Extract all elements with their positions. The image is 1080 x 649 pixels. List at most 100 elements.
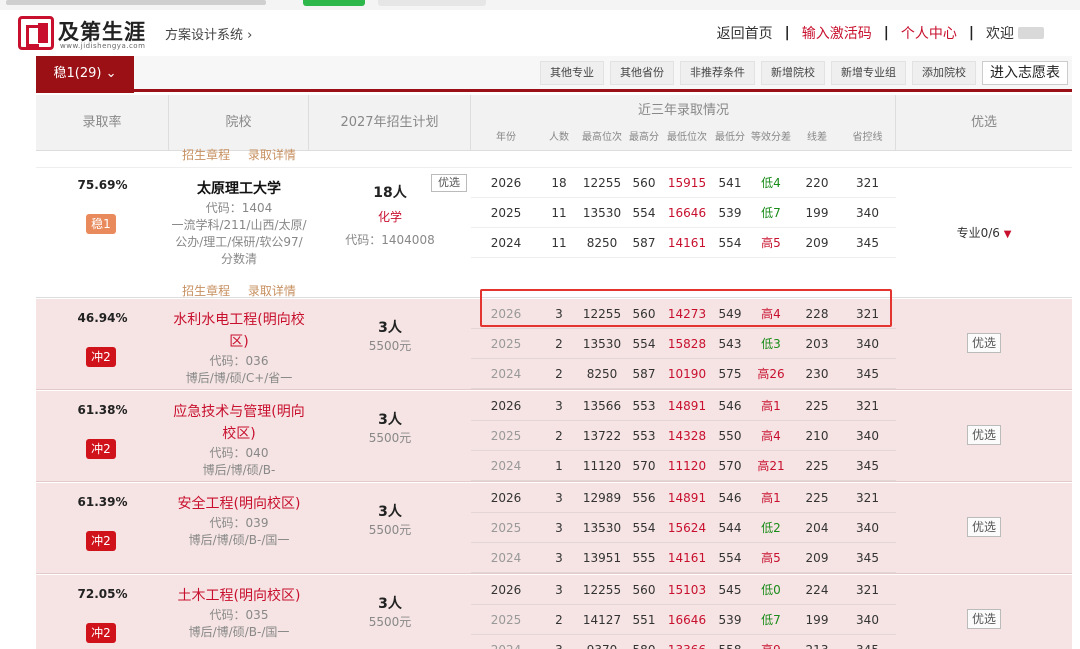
rec-control-line: 321 <box>856 176 879 190</box>
rec-max-score: 554 <box>632 521 656 535</box>
major-name[interactable]: 应急技术与管理(明向校区) <box>169 401 309 445</box>
nav-divider: | <box>968 25 974 41</box>
rec-year: 2025 <box>490 521 522 535</box>
table-row: 75.69% 稳1 太原理工大学 代码：1404 一流学科/211/山西/太原/… <box>36 168 1072 298</box>
add-college-button[interactable]: 新增院校 <box>761 61 825 85</box>
plan-code: 代码：1404008 <box>345 233 435 247</box>
rec-count: 2 <box>555 337 563 351</box>
plan-count: 3人 <box>378 320 402 336</box>
rec-min-rank: 15915 <box>667 176 707 190</box>
sub-min-rank: 最低位次 <box>667 132 707 143</box>
rec-year: 2024 <box>471 635 541 649</box>
admission-rules-link[interactable]: 招生章程 <box>182 148 230 162</box>
rec-year: 2026 <box>490 491 522 505</box>
rec-count: 18 <box>551 176 567 190</box>
sub-max-score: 最高分 <box>629 132 659 143</box>
option-cell[interactable]: 专业0/6 ▼ <box>896 224 1072 241</box>
record-line: 2025 11 13530 554 16646 539 低7 199 340 <box>471 198 896 228</box>
rec-max-score: 560 <box>632 176 656 190</box>
record-line: 2024 11 8250 587 14161 554 高5 209 345 <box>471 228 896 258</box>
rec-year: 2026 <box>490 583 522 597</box>
header-rate: 录取率 <box>36 95 169 151</box>
school-name[interactable]: 太原理工大学 <box>169 178 309 198</box>
major-name[interactable]: 水利水电工程(明向校区) <box>169 309 309 353</box>
other-major-button[interactable]: 其他专业 <box>540 61 604 85</box>
rec-max-score: 555 <box>632 551 656 565</box>
rec-max-rank: 13722 <box>582 429 622 443</box>
major-cell: 土木工程(明向校区) 代码：035 博后/博/硕/B-/国一 <box>169 585 309 641</box>
admission-detail-link[interactable]: 录取详情 <box>248 148 296 162</box>
rec-line-diff: 204 <box>805 521 829 535</box>
admission-detail-link[interactable]: 录取详情 <box>248 284 296 298</box>
sub-count: 人数 <box>549 132 569 143</box>
tuition-fee: 5500元 <box>368 431 412 445</box>
table-row: 72.05% 冲2 土木工程(明向校区) 代码：035 博后/博/硕/B-/国一 3人 55… <box>36 575 1072 649</box>
rec-equiv-diff: 高1 <box>761 399 781 413</box>
major-name[interactable]: 土木工程(明向校区) <box>169 585 309 607</box>
major-name[interactable]: 安全工程(明向校区) <box>169 493 309 515</box>
major-cell: 水利水电工程(明向校区) 代码：036 博后/博/硕/C+/省一 <box>169 309 309 387</box>
site-header: 及第生涯 www.jidishengya.com 方案设计系统 › 返回首页 |… <box>0 10 1080 54</box>
major-code: 代码：039 <box>209 516 269 530</box>
rec-control-line: 340 <box>856 337 879 351</box>
chong-badge: 冲2 <box>86 623 116 643</box>
admission-rate: 46.94% <box>77 311 128 325</box>
major-count-dropdown[interactable]: 专业0/6 <box>957 226 1000 240</box>
rec-min-rank: 16646 <box>667 613 707 627</box>
add-major-group-button[interactable]: 新增专业组 <box>831 61 906 85</box>
rec-count: 3 <box>541 635 577 649</box>
rec-min-score: 554 <box>718 551 742 565</box>
nav-home-link[interactable]: 返回首页 <box>717 23 773 43</box>
system-breadcrumb[interactable]: 方案设计系统 › <box>165 24 252 43</box>
green-button[interactable] <box>303 0 365 6</box>
rec-count: 3 <box>555 583 563 597</box>
grey-pill[interactable] <box>378 0 486 6</box>
record-line: 2026 3 13566 553 14891 546 高1 225 321 <box>471 391 896 421</box>
sub-equiv-diff: 等效分差 <box>751 132 791 143</box>
rec-line-diff: 209 <box>805 551 829 565</box>
tuition-fee: 5500元 <box>368 615 412 629</box>
rec-control-line: 340 <box>856 613 879 627</box>
major-code: 代码：040 <box>209 446 269 460</box>
tuition-fee: 5500元 <box>368 339 412 353</box>
level-tab-wen1[interactable]: 稳1(29) ⌄ <box>36 56 134 93</box>
append-college-button[interactable]: 添加院校 <box>912 61 976 85</box>
rec-count: 3 <box>555 521 563 535</box>
record-line: 2025 2 13722 553 14328 550 高4 210 340 <box>471 421 896 451</box>
select-button[interactable]: 优选 <box>967 333 1001 353</box>
record-line: 2026 3 12255 560 15103 545 低0 224 321 <box>471 575 896 605</box>
non-recommended-button[interactable]: 非推荐条件 <box>680 61 755 85</box>
nav-activation-link[interactable]: 输入激活码 <box>802 23 872 43</box>
major-cell: 安全工程(明向校区) 代码：039 博后/博/硕/B-/国一 <box>169 493 309 549</box>
select-small-button[interactable]: 优选 <box>431 174 467 192</box>
rec-year: 2024 <box>490 367 522 381</box>
rec-control-line: 345 <box>856 367 879 381</box>
plan-cell: 3人 5500元 <box>309 409 471 446</box>
select-button[interactable]: 优选 <box>967 425 1001 445</box>
school-tag: 分数清 <box>220 252 257 266</box>
other-province-button[interactable]: 其他省份 <box>610 61 674 85</box>
site-logo[interactable]: 及第生涯 www.jidishengya.com <box>18 16 145 52</box>
rec-count: 2 <box>555 429 563 443</box>
rec-max-score: 556 <box>632 491 656 505</box>
rec-line-diff: 213 <box>795 635 839 649</box>
nav-profile-link[interactable]: 个人中心 <box>901 23 957 43</box>
select-button[interactable]: 优选 <box>967 517 1001 537</box>
plan-count: 3人 <box>378 412 402 428</box>
school-code: 代码：1404 <box>205 201 273 215</box>
option-cell: 优选 <box>896 425 1072 445</box>
major-cell: 应急技术与管理(明向校区) 代码：040 博后/博/硕/B- <box>169 401 309 479</box>
rec-min-rank: 11120 <box>667 459 707 473</box>
rec-min-score: 575 <box>718 367 742 381</box>
record-line: 2025 3 13530 554 15624 544 低2 204 340 <box>471 513 896 543</box>
rec-min-score: 539 <box>718 206 742 220</box>
rec-min-score: 541 <box>718 176 742 190</box>
rec-control-line: 345 <box>856 236 879 250</box>
rec-max-rank: 13951 <box>582 551 622 565</box>
enter-application-button[interactable]: 进入志愿表 <box>982 61 1068 85</box>
rec-max-rank: 8250 <box>586 236 618 250</box>
rec-min-rank: 15624 <box>667 521 707 535</box>
admission-rules-link[interactable]: 招生章程 <box>182 284 230 298</box>
select-button[interactable]: 优选 <box>967 609 1001 629</box>
school-cell: 太原理工大学 代码：1404 一流学科/211/山西/太原/ 公办/理工/保研/… <box>169 178 309 299</box>
